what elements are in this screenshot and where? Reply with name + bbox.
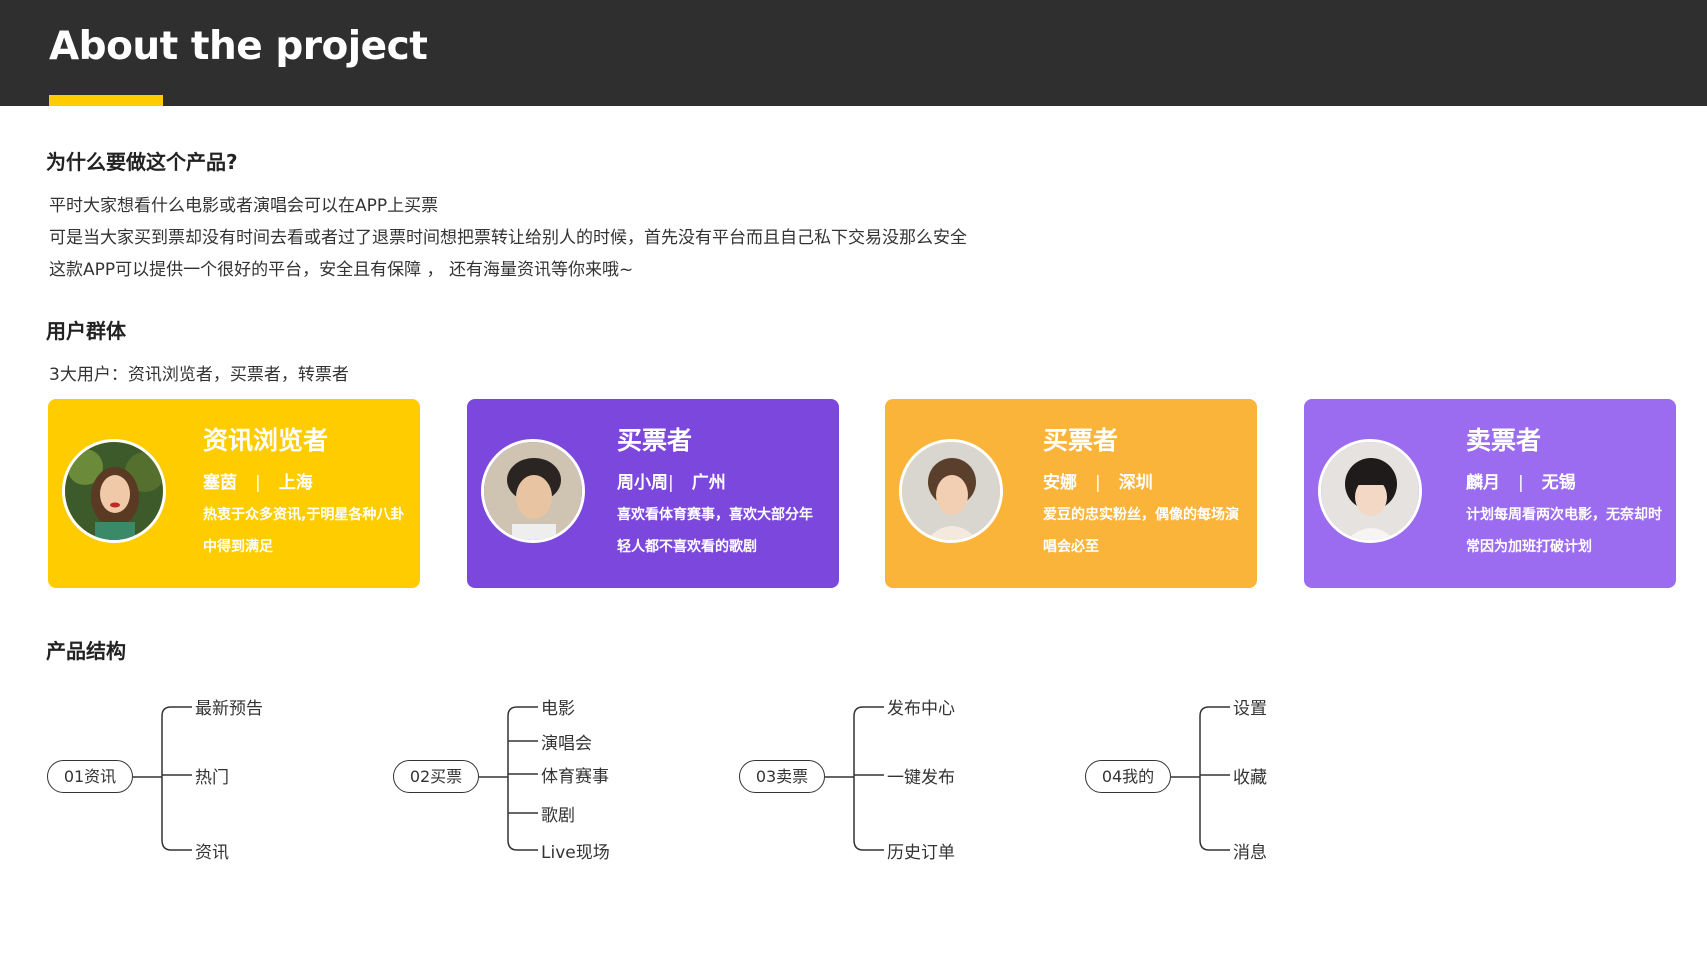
avatar — [1318, 439, 1422, 543]
user-card-ticket-seller: 卖票者 麟月 | 无锡 计划每周看两次电影，无奈却时常因为加班打破计划 — [1304, 399, 1676, 588]
card-role: 卖票者 — [1466, 426, 1542, 455]
tree-leaf: 设置 — [1233, 699, 1267, 719]
tree-leaf: 消息 — [1233, 843, 1267, 863]
card-city: 广州 — [691, 473, 726, 493]
card-role: 资讯浏览者 — [203, 426, 329, 455]
user-card-ticket-buyer-2: 买票者 安娜 | 深圳 爱豆的忠实粉丝，偶像的每场演唱会必至 — [885, 399, 1257, 588]
tree-leaf: 歌剧 — [541, 806, 575, 826]
card-description: 热衷于众多资讯,于明星各种八卦中得到满足 — [203, 507, 405, 555]
card-person: 安娜 | 深圳 — [1043, 468, 1153, 493]
tree-leaf: 演唱会 — [541, 734, 592, 754]
users-summary: 3大用户：资讯浏览者，买票者，转票者 — [49, 365, 349, 385]
title-accent-bar — [49, 95, 163, 106]
structure-tree-mine: 04我的 设置 收藏 消息 — [1085, 680, 1325, 863]
card-name: 塞茵 — [203, 473, 237, 493]
structure-tree-sell: 03卖票 发布中心 一键发布 历史订单 — [739, 680, 979, 863]
tree-leaf: 收藏 — [1233, 768, 1267, 788]
card-person: 周小周| 广州 — [617, 468, 726, 493]
card-role: 买票者 — [617, 426, 693, 455]
avatar — [62, 439, 166, 543]
tree-root-sell: 03卖票 — [739, 760, 825, 793]
tree-leaf: 电影 — [541, 699, 575, 719]
card-role: 买票者 — [1043, 426, 1119, 455]
card-person: 麟月 | 无锡 — [1466, 468, 1576, 493]
structure-tree-buy: 02买票 电影 演唱会 体育赛事 歌剧 Live现场 — [393, 680, 633, 863]
card-city: 无锡 — [1541, 473, 1576, 493]
why-line-2: 可是当大家买到票却没有时间去看或者过了退票时间想把票转让给别人的时候，首先没有平… — [49, 228, 967, 248]
tree-leaf: 资讯 — [195, 843, 229, 863]
users-heading: 用户群体 — [46, 319, 126, 343]
header-bar: About the project — [0, 0, 1707, 106]
why-heading: 为什么要做这个产品? — [46, 150, 238, 174]
card-description: 计划每周看两次电影，无奈却时常因为加班打破计划 — [1466, 507, 1662, 555]
structure-tree-info: 01资讯 最新预告 热门 资讯 — [47, 680, 287, 863]
meta-separator: | — [1095, 473, 1101, 493]
tree-leaf: 热门 — [195, 768, 229, 788]
avatar — [481, 439, 585, 543]
user-card-info-reader: 资讯浏览者 塞茵 | 上海 热衷于众多资讯,于明星各种八卦中得到满足 — [48, 399, 420, 588]
meta-separator: | — [1518, 473, 1524, 493]
meta-separator: | — [668, 473, 674, 493]
structure-heading: 产品结构 — [46, 639, 126, 663]
tree-leaf: 发布中心 — [887, 699, 955, 719]
card-city: 上海 — [278, 473, 313, 493]
tree-root-buy: 02买票 — [393, 760, 479, 793]
card-description: 爱豆的忠实粉丝，偶像的每场演唱会必至 — [1043, 507, 1239, 555]
tree-leaf: Live现场 — [541, 843, 610, 863]
avatar — [899, 439, 1003, 543]
page-title: About the project — [49, 24, 428, 69]
card-name: 麟月 — [1466, 473, 1500, 493]
why-line-1: 平时大家想看什么电影或者演唱会可以在APP上买票 — [49, 196, 439, 216]
card-description: 喜欢看体育赛事，喜欢大部分年轻人都不喜欢看的歌剧 — [617, 507, 813, 555]
tree-leaf: 最新预告 — [195, 699, 263, 719]
meta-separator: | — [255, 473, 261, 493]
card-name: 安娜 — [1043, 473, 1077, 493]
tree-leaf: 一键发布 — [887, 768, 955, 788]
card-name: 周小周 — [617, 473, 668, 493]
tree-leaf: 体育赛事 — [541, 767, 609, 787]
user-card-ticket-buyer-1: 买票者 周小周| 广州 喜欢看体育赛事，喜欢大部分年轻人都不喜欢看的歌剧 — [467, 399, 839, 588]
card-city: 深圳 — [1118, 473, 1153, 493]
tree-root-mine: 04我的 — [1085, 760, 1171, 793]
tree-root-info: 01资讯 — [47, 760, 133, 793]
tree-leaf: 历史订单 — [887, 843, 955, 863]
card-person: 塞茵 | 上海 — [203, 468, 313, 493]
why-line-3: 这款APP可以提供一个很好的平台，安全且有保障 ， 还有海量资讯等你来哦~ — [49, 260, 634, 280]
